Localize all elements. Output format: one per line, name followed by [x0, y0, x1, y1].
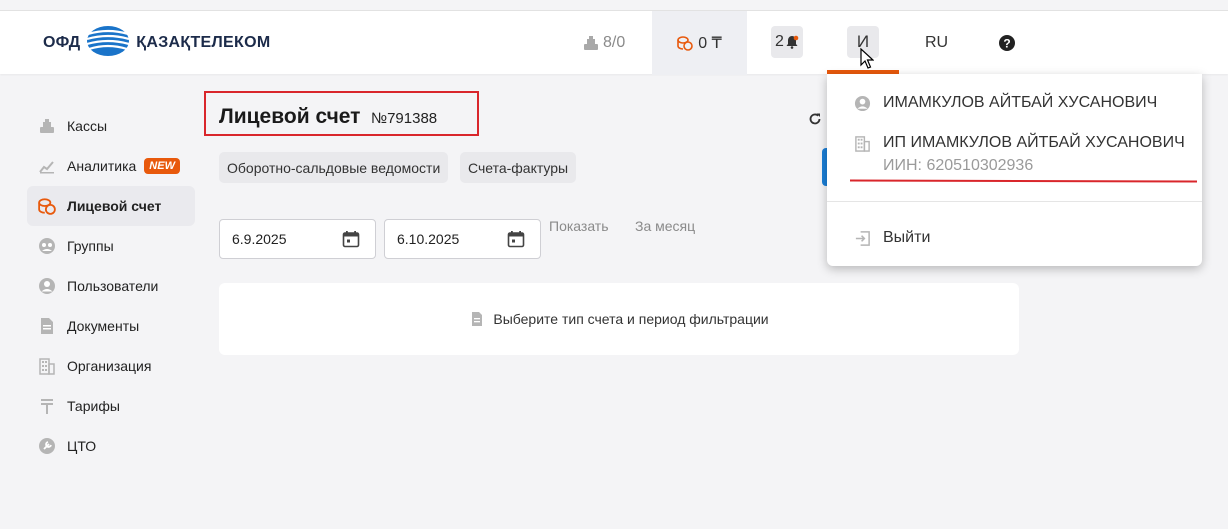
kassa-count[interactable]: 8/0 — [583, 11, 625, 75]
logo-brand-text: ҚАЗАҚТЕЛЕКОМ — [136, 34, 271, 51]
date-to-field[interactable]: 6.10.2025 — [384, 219, 541, 259]
sidebar-item-label: Группы — [67, 238, 114, 254]
logo-ofd-text: ОФД — [43, 34, 81, 51]
coins-icon — [38, 197, 56, 215]
user-dropdown-menu: ИМАМКУЛОВ АЙТБАЙ ХУСАНОВИЧ ИП ИМАМКУЛОВ … — [827, 74, 1202, 266]
calendar-icon[interactable] — [342, 230, 360, 251]
logout-icon — [853, 229, 871, 247]
account-number: №791388 — [371, 110, 438, 127]
sidebar-item-label: Кассы — [67, 118, 108, 134]
coins-icon — [677, 35, 694, 51]
dropdown-user-name: ИМАМКУЛОВ АЙТБАЙ ХУСАНОВИЧ — [883, 94, 1158, 111]
sidebar-item-documents[interactable]: Документы — [27, 306, 195, 346]
document-icon — [469, 311, 485, 327]
cash-register-icon — [583, 35, 599, 51]
ofd-kazakhtelecom-logo[interactable]: ОФД ҚАЗАҚТЕЛЕКОМ — [43, 25, 271, 62]
sidebar-item-kassy[interactable]: Кассы — [27, 106, 195, 146]
user-icon — [853, 94, 871, 112]
app-header: ОФД ҚАЗАҚТЕЛЕКОМ 8/0 0 ₸ 2 И RU ? — [0, 10, 1228, 75]
page-title: Лицевой счет — [219, 105, 361, 128]
sidebar-item-analytics[interactable]: Аналитика NEW — [27, 146, 195, 186]
analytics-icon — [38, 157, 56, 175]
dropdown-iin: ИИН: 620510302936 — [883, 157, 1034, 174]
groups-icon — [38, 237, 56, 255]
calendar-icon[interactable] — [507, 230, 525, 251]
sidebar-item-label: Лицевой счет — [67, 198, 162, 214]
sidebar-item-label: Аналитика — [67, 158, 137, 174]
notifications-count: 2 — [775, 33, 784, 50]
logout-button[interactable]: Выйти — [853, 229, 930, 247]
sidebar-item-account[interactable]: Лицевой счет — [27, 186, 195, 226]
sidebar-item-label: ЦТО — [67, 438, 97, 454]
building-icon — [853, 134, 871, 152]
date-to-value: 6.10.2025 — [397, 231, 460, 247]
kassa-count-value: 8/0 — [603, 34, 626, 51]
new-badge: NEW — [144, 158, 180, 174]
dropdown-divider — [827, 201, 1202, 202]
help-icon: ? — [998, 34, 1016, 52]
sidebar-item-label: Организация — [67, 358, 152, 374]
empty-state-panel: Выберите тип счета и период фильтрации — [219, 283, 1019, 355]
service-icon — [38, 437, 56, 455]
sidebar-item-organization[interactable]: Организация — [27, 346, 195, 386]
month-button[interactable]: За месяц — [635, 218, 695, 234]
sidebar-item-users[interactable]: Пользователи — [27, 266, 195, 306]
refresh-icon[interactable] — [808, 112, 822, 131]
language-selector[interactable]: RU — [925, 11, 948, 75]
sidebar-item-cto[interactable]: ЦТО — [27, 426, 195, 466]
building-icon — [38, 357, 56, 375]
dropdown-organization-item[interactable]: ИП ИМАМКУЛОВ АЙТБАЙ ХУСАНОВИЧ ИИН: 62051… — [853, 134, 1185, 175]
mouse-cursor-icon — [860, 47, 875, 75]
sidebar-item-label: Документы — [67, 318, 140, 334]
bell-icon — [785, 35, 799, 49]
sidebar: Кассы Аналитика NEW Лицевой счет Группы … — [27, 106, 195, 466]
show-button[interactable]: Показать — [549, 218, 609, 234]
tenge-icon — [38, 397, 56, 415]
tab-invoices[interactable]: Счета-фактуры — [460, 152, 577, 183]
dropdown-org-text: ИП ИМАМКУЛОВ АЙТБАЙ ХУСАНОВИЧ ИИН: 62051… — [883, 134, 1185, 175]
cash-register-icon — [38, 117, 56, 135]
tab-turnover-statements[interactable]: Оборотно-сальдовые ведомости — [219, 152, 449, 183]
user-icon — [38, 277, 56, 295]
balance-button[interactable]: 0 ₸ — [652, 11, 747, 75]
sidebar-item-label: Тарифы — [67, 398, 120, 414]
svg-text:?: ? — [1003, 37, 1010, 51]
globe-logo-icon — [86, 25, 130, 62]
document-icon — [38, 317, 56, 335]
notifications-button[interactable]: 2 — [771, 26, 803, 58]
date-from-value: 6.9.2025 — [232, 231, 287, 247]
empty-state-message: Выберите тип счета и период фильтрации — [493, 311, 769, 327]
dropdown-org-name: ИП ИМАМКУЛОВ АЙТБАЙ ХУСАНОВИЧ — [883, 134, 1185, 151]
top-strip — [0, 0, 1228, 10]
balance-value: 0 ₸ — [698, 35, 722, 52]
sidebar-item-tariffs[interactable]: Тарифы — [27, 386, 195, 426]
date-from-field[interactable]: 6.9.2025 — [219, 219, 376, 259]
help-button[interactable]: ? — [998, 11, 1016, 75]
dropdown-user-item[interactable]: ИМАМКУЛОВ АЙТБАЙ ХУСАНОВИЧ — [853, 94, 1157, 112]
logout-label: Выйти — [883, 229, 931, 246]
sidebar-item-groups[interactable]: Группы — [27, 226, 195, 266]
sidebar-item-label: Пользователи — [67, 278, 159, 294]
